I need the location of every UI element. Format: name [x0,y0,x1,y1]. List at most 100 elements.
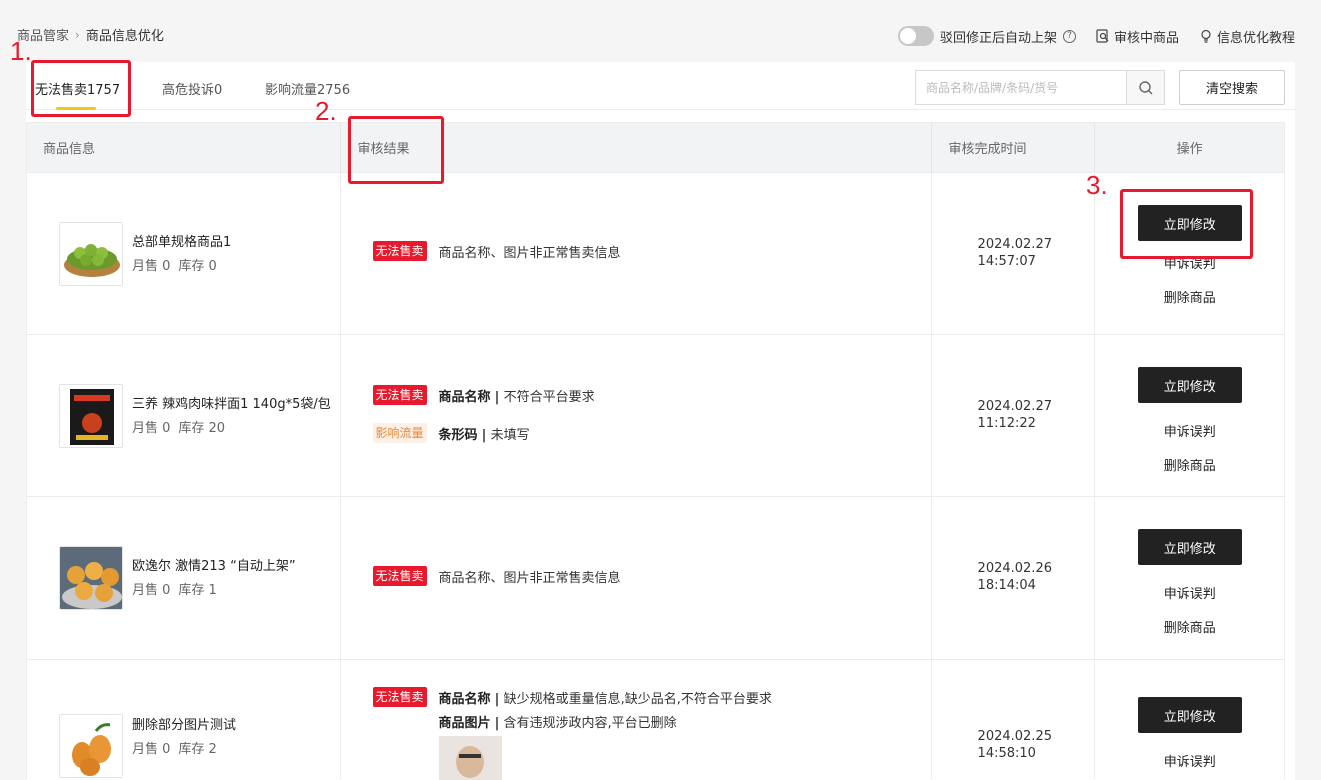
appeal-button[interactable]: 申诉误判 [1164,253,1216,272]
tutorial-link[interactable]: 信息优化教程 [1199,27,1295,46]
header-review-time: 审核完成时间 [932,123,1096,172]
issue-item: 商品图片 | 含有违规涉政内容,平台已删除 [438,716,677,731]
search-button[interactable] [1126,71,1164,104]
active-tab-indicator [56,107,96,110]
unsellable-badge: 无法售卖 [372,385,427,405]
review-time: 2024.02.27 11:12:22 [978,398,1052,432]
help-icon[interactable]: ? [1062,29,1076,43]
issue-item: 影响流量 条形码 | 未填写 [372,423,530,443]
review-time-cell: 2024.02.27 14:57:07 [932,173,1096,334]
chevron-right-icon: › [75,27,80,42]
breadcrumb-current: 商品信息优化 [85,29,164,44]
issue-text: 含有违规涉政内容,平台已删除 [503,716,677,731]
auto-relist-toggle[interactable] [897,26,934,46]
review-date: 2024.02.27 [977,237,1052,252]
clear-search-button[interactable]: 清空搜索 [1179,70,1285,105]
modify-now-button[interactable]: 立即修改 [1137,367,1242,403]
operations-cell: 立即修改 申诉误判 [1095,660,1284,779]
delete-product-button[interactable]: 删除商品 [1164,617,1216,636]
product-image-loquat-2[interactable] [59,714,123,778]
header-product-info: 商品信息 [27,123,341,172]
review-date: 2024.02.27 [977,399,1052,414]
review-clock: 11:12:22 [977,416,1036,431]
modify-now-button[interactable]: 立即修改 [1137,529,1242,565]
traffic-badge: 影响流量 [372,423,427,443]
header-operations: 操作 [1176,142,1203,157]
monthly-sales: 月售 0 [132,420,171,436]
product-image-kiwi[interactable] [59,221,123,286]
review-result-cell: 无法售卖 商品名称、图片非正常售卖信息 [341,497,932,659]
monthly-sales: 月售 0 [132,583,171,598]
table-row: 删除部分图片测试 月售 0 库存 2 无法售卖 商品名称 | 缺少规格或重量信息,… [27,659,1284,780]
appeal-button[interactable]: 申诉误判 [1164,583,1216,602]
delete-product-button[interactable]: 删除商品 [1164,287,1216,306]
review-time: 2024.02.26 18:14:04 [978,560,1052,594]
operations-cell: 立即修改 申诉误判 删除商品 [1095,173,1284,334]
review-date: 2024.02.26 [977,561,1052,576]
issue-field: 条形码 [438,427,478,443]
product-image-loquat[interactable] [59,546,123,610]
search-input[interactable] [916,71,1126,104]
reviewing-products-link[interactable]: 审核中商品 [1096,27,1179,46]
operations-cell: 立即修改 申诉误判 删除商品 [1095,335,1284,496]
tab-high-risk-complaint[interactable]: 高危投诉0 [162,79,222,98]
product-cell: 三养 辣鸡肉味拌面1 140g*5袋/包 月售 0 库存 20 [27,335,341,496]
appeal-button[interactable]: 申诉误判 [1164,421,1216,440]
product-name[interactable]: 欧逸尔 激情213 “自动上架” [132,558,337,575]
issue-item: 无法售卖 商品名称 | 不符合平台要求 [372,385,595,405]
modify-now-button[interactable]: 立即修改 [1137,205,1242,241]
product-name[interactable]: 三养 辣鸡肉味拌面1 140g*5袋/包 [132,396,337,413]
review-time-cell: 2024.02.27 11:12:22 [932,335,1096,496]
auto-relist-label: 驳回修正后自动上架 [939,30,1057,46]
stock: 库存 20 [178,420,226,436]
review-time: 2024.02.27 14:57:07 [978,236,1052,270]
issue-text: 缺少规格或重量信息,缺少品名,不符合平台要求 [503,691,772,707]
issue-item: 无法售卖 商品名称 | 缺少规格或重量信息,缺少品名,不符合平台要求 [372,687,772,707]
product-table: 商品信息 审核结果 审核完成时间 操作 总部单规格商品1 月售 0 库存 0 无… [26,122,1285,780]
modify-now-button[interactable]: 立即修改 [1137,697,1242,733]
review-time-cell: 2024.02.26 18:14:04 [932,497,1096,659]
product-image-noodles[interactable] [59,383,123,448]
monthly-sales: 月售 0 [132,742,171,757]
review-result-cell: 无法售卖 商品名称 | 缺少规格或重量信息,缺少品名,不符合平台要求 商品图片 … [341,660,932,780]
review-clock: 18:14:04 [977,578,1036,593]
search-icon [1138,80,1152,94]
removed-image-thumbnail[interactable] [438,736,502,780]
review-time: 2024.02.25 14:58:10 [978,728,1052,762]
lightbulb-icon [1201,29,1211,43]
annotation-number-1: 1. [10,36,32,66]
stock: 库存 1 [178,583,217,598]
stock: 库存 2 [178,742,217,757]
product-name[interactable]: 总部单规格商品1 [132,234,337,251]
tab-traffic-impact[interactable]: 影响流量2756 [265,79,350,98]
tab-bar: 无法售卖1757 高危投诉0 影响流量2756 清空搜索 [26,62,1295,110]
table-row: 三养 辣鸡肉味拌面1 140g*5袋/包 月售 0 库存 20 无法售卖 商品名称… [27,334,1284,496]
delete-product-button[interactable]: 删除商品 [1164,455,1216,474]
issue-field: 商品名称 [438,691,491,707]
annotation-number-3: 3. [1086,170,1108,200]
review-result-cell: 无法售卖 商品名称、图片非正常售卖信息 [341,173,932,334]
tab-unsellable[interactable]: 无法售卖1757 [35,79,120,98]
issue-field: 商品图片 [438,716,491,731]
table-row: 欧逸尔 激情213 “自动上架” 月售 0 库存 1 无法售卖 商品名称、图片非正… [27,496,1284,659]
issue-item: 无法售卖 商品名称、图片非正常售卖信息 [372,566,621,586]
annotation-number-2: 2. [315,96,337,126]
unsellable-badge: 无法售卖 [372,687,427,707]
appeal-button[interactable]: 申诉误判 [1164,751,1216,770]
review-result-cell: 无法售卖 商品名称 | 不符合平台要求 影响流量 条形码 | 未填写 [341,335,932,496]
search-box [915,70,1165,105]
issue-text: 商品名称、图片非正常售卖信息 [438,245,621,261]
header-review-result: 审核结果 [341,123,932,172]
product-cell: 总部单规格商品1 月售 0 库存 0 [27,173,341,334]
issue-text: 商品名称、图片非正常售卖信息 [438,570,621,586]
monthly-sales: 月售 0 [132,258,171,274]
breadcrumb: 商品管家 › 商品信息优化 [17,25,164,45]
search-doc-icon [1096,29,1109,43]
unsellable-badge: 无法售卖 [372,241,427,261]
issue-field: 商品名称 [438,389,491,405]
issue-item: 无法售卖 商品名称、图片非正常售卖信息 [372,241,621,261]
review-clock: 14:58:10 [977,746,1036,761]
product-name[interactable]: 删除部分图片测试 [132,717,337,734]
auto-relist-toggle-group: 驳回修正后自动上架 ? [897,26,1076,46]
top-bar: 商品管家 › 商品信息优化 驳回修正后自动上架 ? 审核中商品 信息优化教程 [0,0,1321,62]
